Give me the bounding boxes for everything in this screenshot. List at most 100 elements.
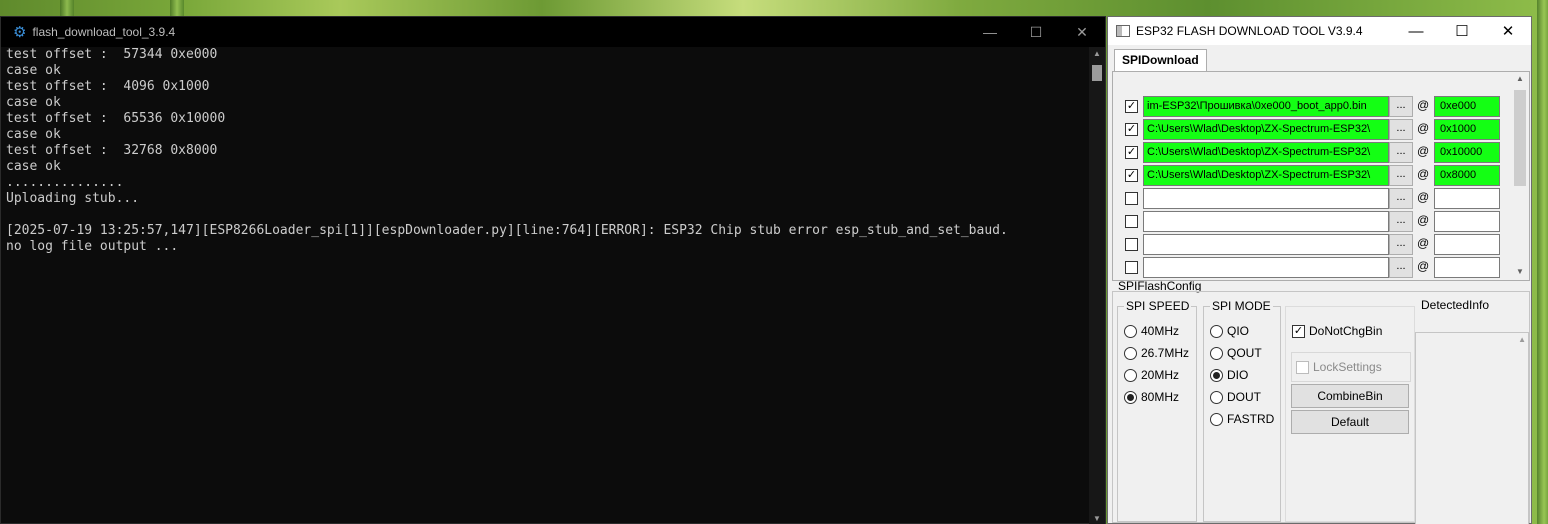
radio-dot[interactable] — [1210, 368, 1223, 382]
radio-dot[interactable] — [1124, 346, 1137, 360]
scroll-up-icon[interactable]: ▲ — [1513, 74, 1527, 83]
console-line: case ok — [6, 159, 61, 174]
console-line: test offset : 57344 0xe000 — [6, 47, 218, 62]
file-enable-checkbox[interactable]: ✓ — [1125, 169, 1138, 182]
spi-speed-radio[interactable]: 80MHz — [1124, 389, 1179, 405]
radio-dot[interactable] — [1124, 324, 1137, 338]
file-enable-checkbox[interactable]: ✓ — [1125, 100, 1138, 113]
radio-dot[interactable] — [1210, 346, 1223, 360]
scroll-up-icon[interactable]: ▲ — [1518, 335, 1526, 344]
console-titlebar[interactable]: ⚙ flash_download_tool_3.9.4 — ☐ ✕ — [1, 17, 1105, 47]
console-output[interactable]: test offset : 57344 0xe000 case ok test of… — [1, 47, 1090, 524]
radio-label: QIO — [1227, 324, 1250, 338]
file-path-input[interactable]: C:\Users\Wlad\Desktop\ZX-Spectrum-ESP32\ — [1143, 142, 1389, 163]
lock-settings-frame: LockSettings — [1291, 352, 1411, 382]
wallpaper-bamboo — [1537, 0, 1548, 524]
spi-speed-radio[interactable]: 26.7MHz — [1124, 345, 1189, 361]
radio-label: 26.7MHz — [1141, 346, 1190, 360]
lock-settings-checkbox[interactable]: LockSettings — [1296, 359, 1382, 375]
radio-dot[interactable] — [1210, 324, 1223, 338]
browse-button[interactable]: ... — [1389, 96, 1413, 117]
file-path-input[interactable] — [1143, 188, 1389, 209]
browse-button[interactable]: ... — [1389, 211, 1413, 232]
file-list-scrollbar[interactable]: ▲ ▼ — [1513, 74, 1527, 276]
file-row: ✓ C:\Users\Wlad\Desktop\ZX-Spectrum-ESP32… — [1121, 142, 1501, 163]
maximize-button[interactable]: ☐ — [1013, 17, 1059, 47]
at-label: @ — [1417, 259, 1430, 273]
file-row: ... @ — [1121, 257, 1501, 278]
tool-titlebar[interactable]: ESP32 FLASH DOWNLOAD TOOL V3.9.4 — ☐ ✕ — [1108, 17, 1531, 45]
minimize-button[interactable]: — — [967, 17, 1013, 47]
minimize-button[interactable]: — — [1393, 17, 1439, 45]
scrollbar-thumb[interactable] — [1514, 90, 1526, 186]
browse-button[interactable]: ... — [1389, 119, 1413, 140]
file-row: ... @ — [1121, 188, 1501, 209]
spi-speed-radio[interactable]: 40MHz — [1124, 323, 1179, 339]
combine-bin-button[interactable]: CombineBin — [1291, 384, 1409, 408]
file-path-input[interactable] — [1143, 257, 1389, 278]
do-not-chg-bin-checkbox[interactable]: ✓ DoNotChgBin — [1292, 323, 1382, 339]
at-label: @ — [1417, 98, 1430, 112]
file-path-input[interactable]: im-ESP32\Прошивка\0xe000_boot_app0.bin — [1143, 96, 1389, 117]
close-button[interactable]: ✕ — [1485, 17, 1531, 45]
console-line: test offset : 65536 0x10000 — [6, 111, 226, 126]
esp32-tool-window[interactable]: ESP32 FLASH DOWNLOAD TOOL V3.9.4 — ☐ ✕ S… — [1107, 16, 1532, 524]
spi-mode-radio[interactable]: QIO — [1210, 323, 1249, 339]
address-input[interactable] — [1434, 234, 1500, 255]
gear-icon: ⚙ — [13, 24, 27, 41]
checkbox-box[interactable] — [1296, 360, 1309, 374]
file-path-input[interactable] — [1143, 211, 1389, 232]
default-button[interactable]: Default — [1291, 410, 1409, 434]
file-enable-checkbox[interactable] — [1125, 192, 1138, 205]
file-enable-checkbox[interactable]: ✓ — [1125, 123, 1138, 136]
do-not-chg-bin-label: DoNotChgBin — [1309, 324, 1383, 338]
address-input[interactable] — [1434, 188, 1500, 209]
at-label: @ — [1417, 167, 1430, 181]
browse-button[interactable]: ... — [1389, 257, 1413, 278]
scrollbar-thumb[interactable] — [1092, 65, 1102, 81]
address-input[interactable]: 0x8000 — [1434, 165, 1500, 186]
file-path-input[interactable] — [1143, 234, 1389, 255]
browse-button[interactable]: ... — [1389, 188, 1413, 209]
detected-info-box[interactable]: ▲ ▼ — [1415, 332, 1529, 524]
checkbox-box[interactable]: ✓ — [1292, 324, 1305, 338]
address-input[interactable] — [1434, 257, 1500, 278]
address-input[interactable]: 0xe000 — [1434, 96, 1500, 117]
browse-button[interactable]: ... — [1389, 165, 1413, 186]
browse-button[interactable]: ... — [1389, 142, 1413, 163]
console-scrollbar[interactable]: ▲ ▼ — [1089, 47, 1105, 524]
address-input[interactable] — [1434, 211, 1500, 232]
file-enable-checkbox[interactable] — [1125, 261, 1138, 274]
file-path-input[interactable]: C:\Users\Wlad\Desktop\ZX-Spectrum-ESP32\ — [1143, 119, 1389, 140]
radio-dot[interactable] — [1124, 390, 1137, 404]
spi-mode-label: SPI MODE — [1210, 299, 1273, 313]
spi-mode-radio[interactable]: DOUT — [1210, 389, 1261, 405]
file-row: ✓ C:\Users\Wlad\Desktop\ZX-Spectrum-ESP32… — [1121, 165, 1501, 186]
spi-speed-group: SPI SPEED 40MHz 26.7MHz 20MHz 80MHz — [1117, 299, 1197, 522]
radio-dot[interactable] — [1210, 390, 1223, 404]
maximize-button[interactable]: ☐ — [1439, 17, 1485, 45]
app-icon — [1116, 25, 1130, 37]
address-input[interactable]: 0x10000 — [1434, 142, 1500, 163]
browse-button[interactable]: ... — [1389, 234, 1413, 255]
scroll-down-icon[interactable]: ▼ — [1089, 514, 1105, 523]
scroll-up-icon[interactable]: ▲ — [1089, 49, 1105, 58]
file-enable-checkbox[interactable]: ✓ — [1125, 146, 1138, 159]
at-label: @ — [1417, 121, 1430, 135]
radio-label: 80MHz — [1141, 390, 1180, 404]
tab-spidownload[interactable]: SPIDownload — [1114, 49, 1207, 71]
radio-dot[interactable] — [1210, 412, 1223, 426]
console-window[interactable]: ⚙ flash_download_tool_3.9.4 — ☐ ✕ test o… — [0, 16, 1106, 524]
close-button[interactable]: ✕ — [1059, 17, 1105, 47]
radio-dot[interactable] — [1124, 368, 1137, 382]
spi-speed-radio[interactable]: 20MHz — [1124, 367, 1179, 383]
file-path-input[interactable]: C:\Users\Wlad\Desktop\ZX-Spectrum-ESP32\ — [1143, 165, 1389, 186]
spi-mode-radio[interactable]: QOUT — [1210, 345, 1262, 361]
address-input[interactable]: 0x1000 — [1434, 119, 1500, 140]
spi-mode-radio[interactable]: DIO — [1210, 367, 1248, 383]
scroll-down-icon[interactable]: ▼ — [1513, 267, 1527, 276]
file-enable-checkbox[interactable] — [1125, 215, 1138, 228]
console-line: no log file output ... — [6, 239, 179, 254]
spi-mode-radio[interactable]: FASTRD — [1210, 411, 1274, 427]
file-enable-checkbox[interactable] — [1125, 238, 1138, 251]
